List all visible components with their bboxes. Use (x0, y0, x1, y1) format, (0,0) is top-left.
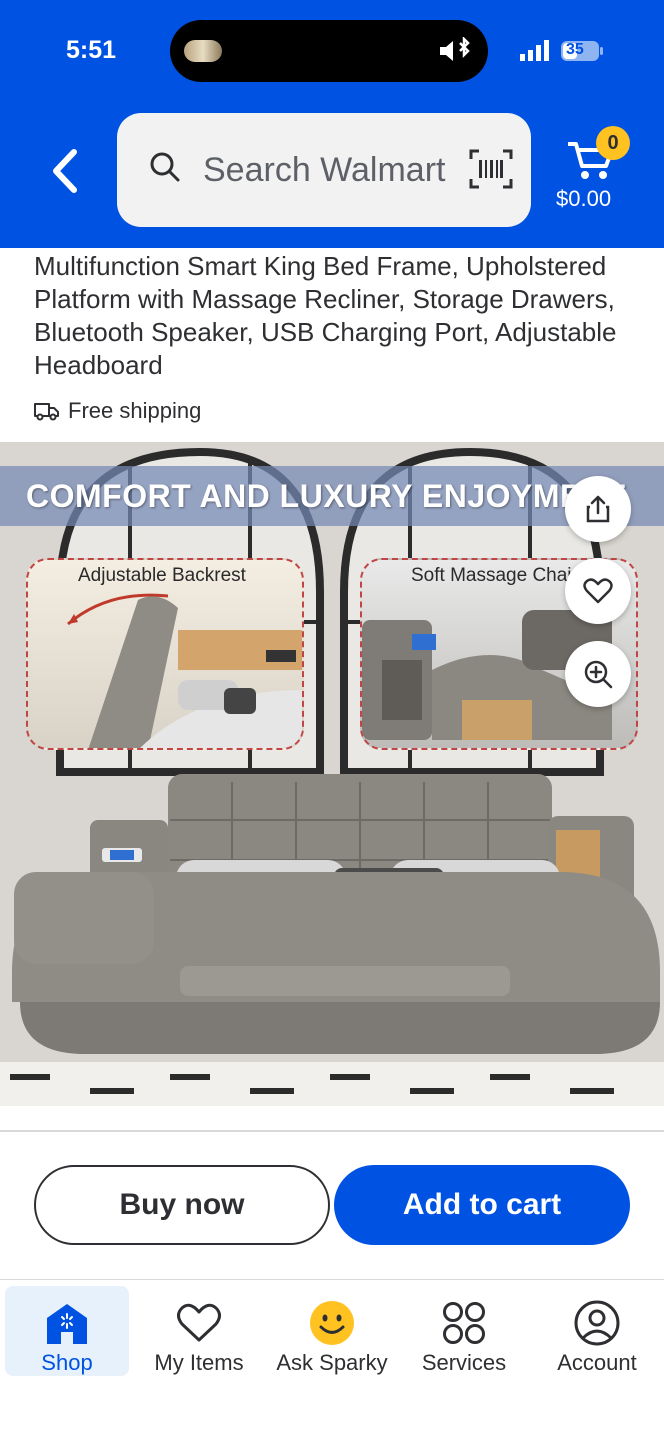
inset-right-label: Soft Massage Chair (411, 565, 571, 586)
status-time: 5:51 (66, 36, 117, 64)
nav-shop[interactable]: Shop (5, 1286, 129, 1376)
shop-icon (47, 1304, 87, 1344)
nav-label: Account (557, 1350, 637, 1375)
add-to-cart-button[interactable]: Add to cart (334, 1165, 630, 1245)
account-icon (574, 1300, 620, 1346)
now-playing-thumbnail (184, 40, 222, 62)
nav-label: Shop (41, 1350, 93, 1375)
nav-services[interactable]: Services (402, 1286, 526, 1376)
app-header: 5:51 35 Search Walmart 0 $0.00 (0, 0, 664, 248)
nav-my-items[interactable]: My Items (137, 1286, 261, 1376)
sparky-icon (310, 1301, 354, 1345)
search-input[interactable] (203, 141, 483, 199)
cart-total: $0.00 (556, 186, 612, 211)
product-title: Multifunction Smart King Bed Frame, Upho… (34, 251, 617, 380)
cellular-signal-icon (520, 40, 549, 61)
share-button[interactable] (565, 476, 631, 542)
heart-icon (177, 1303, 221, 1342)
truck-icon (34, 403, 59, 421)
nav-account[interactable]: Account (535, 1286, 659, 1376)
nav-label: Ask Sparky (276, 1350, 388, 1375)
section-divider (0, 1130, 664, 1132)
cart-count-badge: 0 (596, 126, 630, 160)
buy-now-button[interactable]: Buy now (34, 1165, 330, 1245)
image-banner-text: COMFORT AND LUXURY ENJOYMENT (26, 478, 626, 514)
battery-level: 35 (566, 41, 584, 58)
nav-ask-sparky[interactable]: Ask Sparky (270, 1286, 394, 1376)
back-button[interactable] (44, 146, 88, 196)
search-bar[interactable] (117, 113, 531, 227)
zoom-in-icon (584, 660, 613, 689)
shipping-info: Free shipping (34, 396, 201, 426)
backrest-illustration (67, 593, 302, 748)
bed-illustration (0, 442, 664, 1106)
nav-label: My Items (154, 1350, 244, 1375)
cart-button[interactable]: 0 $0.00 (552, 126, 630, 216)
nav-label: Services (421, 1350, 507, 1375)
shipping-label: Free shipping (68, 398, 202, 423)
share-icon (586, 495, 610, 523)
barcode-scan-icon[interactable] (469, 149, 513, 189)
search-icon (150, 152, 180, 182)
bottom-nav-divider (0, 1279, 664, 1280)
favorite-button[interactable] (565, 558, 631, 624)
inset-left-label: Adjustable Backrest (78, 565, 246, 586)
dynamic-island (170, 20, 488, 82)
services-icon (443, 1302, 485, 1344)
battery-indicator: 35 (560, 40, 604, 62)
product-image[interactable] (0, 442, 664, 1106)
chevron-left-icon (53, 149, 77, 193)
zoom-button[interactable] (565, 641, 631, 707)
heart-icon (583, 578, 613, 604)
bluetooth-mute-icon (440, 37, 470, 61)
